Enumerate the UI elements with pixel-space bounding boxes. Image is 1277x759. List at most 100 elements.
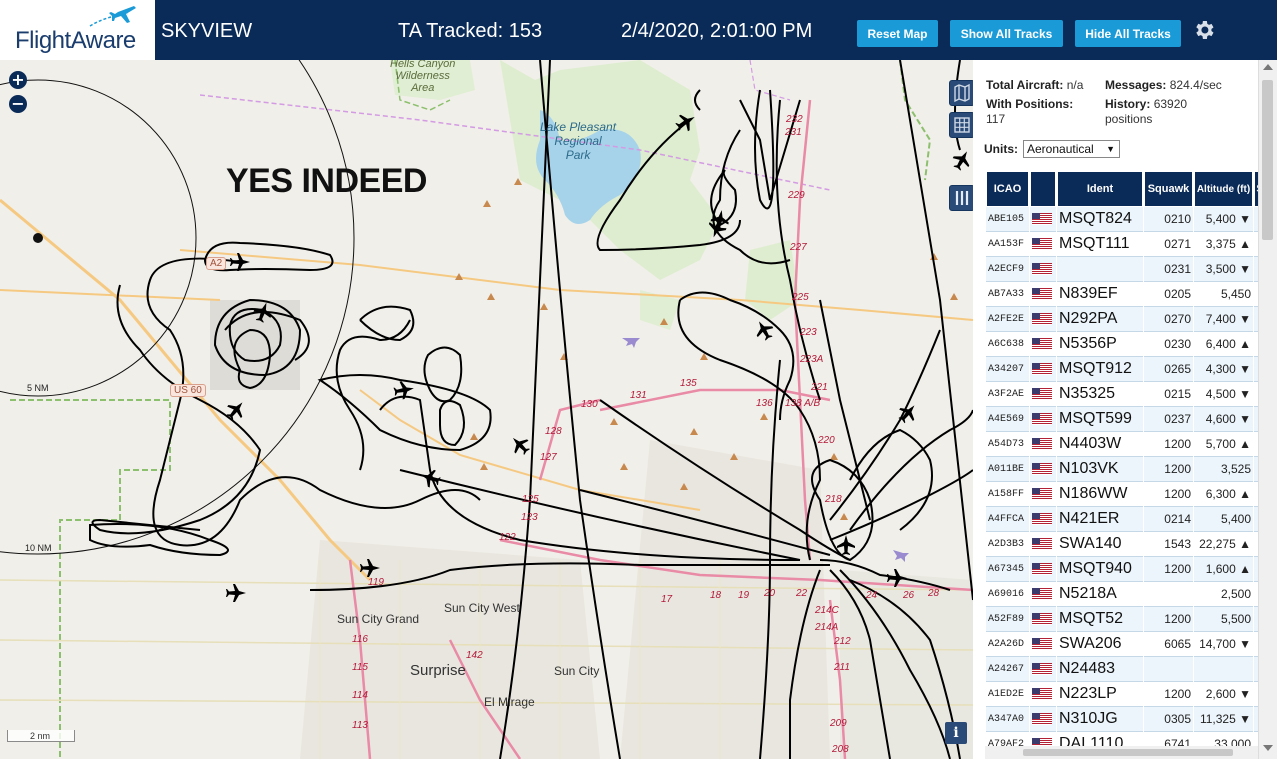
exit-number: 115	[352, 662, 368, 673]
place-label: Surprise	[410, 662, 466, 679]
us-flag-icon	[1032, 637, 1052, 650]
show-all-tracks-button[interactable]: Show All Tracks	[950, 20, 1063, 47]
altitude-cell: 6,300 ▲	[1194, 482, 1253, 507]
altitude-cell: 14,700 ▼	[1194, 632, 1253, 657]
receiver-site	[33, 233, 43, 243]
ident-cell	[1057, 257, 1143, 282]
ident-cell: MSQT111	[1057, 232, 1143, 257]
zoom-in-button[interactable]: +	[9, 71, 27, 89]
exit-number: 119	[368, 577, 384, 588]
columns-button[interactable]	[949, 185, 975, 211]
table-row[interactable]: ABE105 MSQT824 0210 5,400 ▼	[986, 207, 1266, 232]
flag-cell	[1030, 707, 1056, 732]
exit-number: 220	[818, 435, 835, 446]
icao-cell: A347A0	[986, 707, 1029, 732]
scrollbar-thumb[interactable]	[1262, 80, 1273, 240]
table-row[interactable]: AB7A33 N839EF 0205 5,450	[986, 282, 1266, 307]
table-row[interactable]: A52F89 MSQT52 1200 5,500	[986, 607, 1266, 632]
gear-icon[interactable]	[1192, 18, 1216, 42]
exit-number: 136	[756, 398, 773, 409]
altitude-cell: 4,600 ▼	[1194, 407, 1253, 432]
squawk-cell	[1144, 582, 1193, 607]
us-flag-icon	[1032, 212, 1052, 225]
squawk-cell: 0214	[1144, 507, 1193, 532]
table-row[interactable]: A158FF N186WW 1200 6,300 ▲	[986, 482, 1266, 507]
logo-text: FlightAware	[15, 27, 136, 54]
range-ring-5nm	[0, 79, 197, 397]
airport-icon	[893, 550, 909, 562]
table-row[interactable]: A2ECF9 0231 3,500 ▼	[986, 257, 1266, 282]
altitude-cell: 4,500 ▼	[1194, 382, 1253, 407]
zoom-out-button[interactable]: −	[9, 95, 27, 113]
scrollbar-thumb[interactable]	[1023, 749, 1233, 756]
units-select[interactable]: Aeronautical ▼	[1023, 140, 1120, 158]
ident-cell: N292PA	[1057, 307, 1143, 332]
panel-scrollbar[interactable]	[1258, 60, 1277, 759]
squawk-cell: 0265	[1144, 357, 1193, 382]
table-row[interactable]: A3F2AE N35325 0215 4,500 ▼	[986, 382, 1266, 407]
col-icao[interactable]: ICAO	[986, 171, 1029, 207]
icao-cell: A52F89	[986, 607, 1029, 632]
table-row[interactable]: A1ED2E N223LP 1200 2,600 ▼	[986, 682, 1266, 707]
icao-cell: AA153F	[986, 232, 1029, 257]
route-shield: US 60	[170, 384, 206, 397]
table-row[interactable]: A34207 MSQT912 0265 4,300 ▼	[986, 357, 1266, 382]
info-button[interactable]: i	[945, 722, 967, 744]
altitude-cell: 3,500 ▼	[1194, 257, 1253, 282]
exit-number: 214A	[815, 622, 839, 633]
flag-cell	[1030, 332, 1056, 357]
ident-cell: N4403W	[1057, 432, 1143, 457]
scroll-up-icon[interactable]	[1263, 64, 1273, 70]
squawk-cell: 0205	[1144, 282, 1193, 307]
exit-number: 211	[834, 662, 850, 673]
airplane-icon	[226, 584, 246, 602]
table-row[interactable]: A4E569 MSQT599 0237 4,600 ▼	[986, 407, 1266, 432]
ident-cell: N103VK	[1057, 457, 1143, 482]
map-layer-button[interactable]	[949, 80, 975, 106]
table-row[interactable]: A347A0 N310JG 0305 11,325 ▼	[986, 707, 1266, 732]
squawk-cell: 0210	[1144, 207, 1193, 232]
altitude-cell: 6,400 ▲	[1194, 332, 1253, 357]
exit-number: 114	[352, 690, 368, 701]
table-row[interactable]: A24267 N24483	[986, 657, 1266, 682]
table-row[interactable]: A67345 MSQT940 1200 1,600 ▲	[986, 557, 1266, 582]
altitude-cell: 2,500	[1194, 582, 1253, 607]
exit-number: 227	[790, 242, 807, 253]
us-flag-icon	[1032, 587, 1052, 600]
table-row[interactable]: A2D3B3 SWA140 1543 22,275 ▲	[986, 532, 1266, 557]
ident-cell: MSQT52	[1057, 607, 1143, 632]
table-row[interactable]: A4FFCA N421ER 0214 5,400	[986, 507, 1266, 532]
table-row[interactable]: A011BE N103VK 1200 3,525	[986, 457, 1266, 482]
icao-cell: A34207	[986, 357, 1029, 382]
altitude-cell: 22,275 ▲	[1194, 532, 1253, 557]
logo[interactable]: FlightAware	[0, 0, 155, 60]
col-ident[interactable]: Ident	[1057, 171, 1143, 207]
table-row[interactable]: A6C638 N5356P 0230 6,400 ▲	[986, 332, 1266, 357]
map-canvas[interactable]	[0, 60, 973, 759]
route-shield: A2	[206, 257, 227, 270]
scale-bar: 2 nm	[7, 730, 75, 742]
map-view[interactable]: YES INDEED 5 NM 10 NM Hells Canyon Wilde…	[0, 60, 973, 759]
table-row[interactable]: A54D73 N4403W 1200 5,700 ▲	[986, 432, 1266, 457]
col-squawk[interactable]: Squawk	[1144, 171, 1193, 207]
place-label: Sun City	[554, 664, 600, 678]
table-horizontal-scrollbar[interactable]	[985, 746, 1258, 759]
altitude-cell: 4,300 ▼	[1194, 357, 1253, 382]
col-altitude[interactable]: Altitude (ft)	[1194, 171, 1253, 207]
hide-all-tracks-button[interactable]: Hide All Tracks	[1075, 20, 1181, 47]
squawk-cell: 0230	[1144, 332, 1193, 357]
table-toggle-button[interactable]	[949, 112, 975, 138]
table-row[interactable]: A2FE2E N292PA 0270 7,400 ▼	[986, 307, 1266, 332]
flag-cell	[1030, 457, 1056, 482]
us-flag-icon	[1032, 437, 1052, 450]
flag-cell	[1030, 407, 1056, 432]
urban-area	[620, 440, 830, 759]
reset-map-button[interactable]: Reset Map	[857, 20, 938, 47]
col-flag[interactable]	[1030, 171, 1056, 207]
altitude-cell	[1194, 657, 1253, 682]
table-row[interactable]: A69016 N5218A 2,500	[986, 582, 1266, 607]
scroll-down-icon[interactable]	[1263, 745, 1273, 751]
table-row[interactable]: A2A26D SWA206 6065 14,700 ▼	[986, 632, 1266, 657]
table-row[interactable]: AA153F MSQT111 0271 3,375 ▲	[986, 232, 1266, 257]
squawk-cell: 0231	[1144, 257, 1193, 282]
